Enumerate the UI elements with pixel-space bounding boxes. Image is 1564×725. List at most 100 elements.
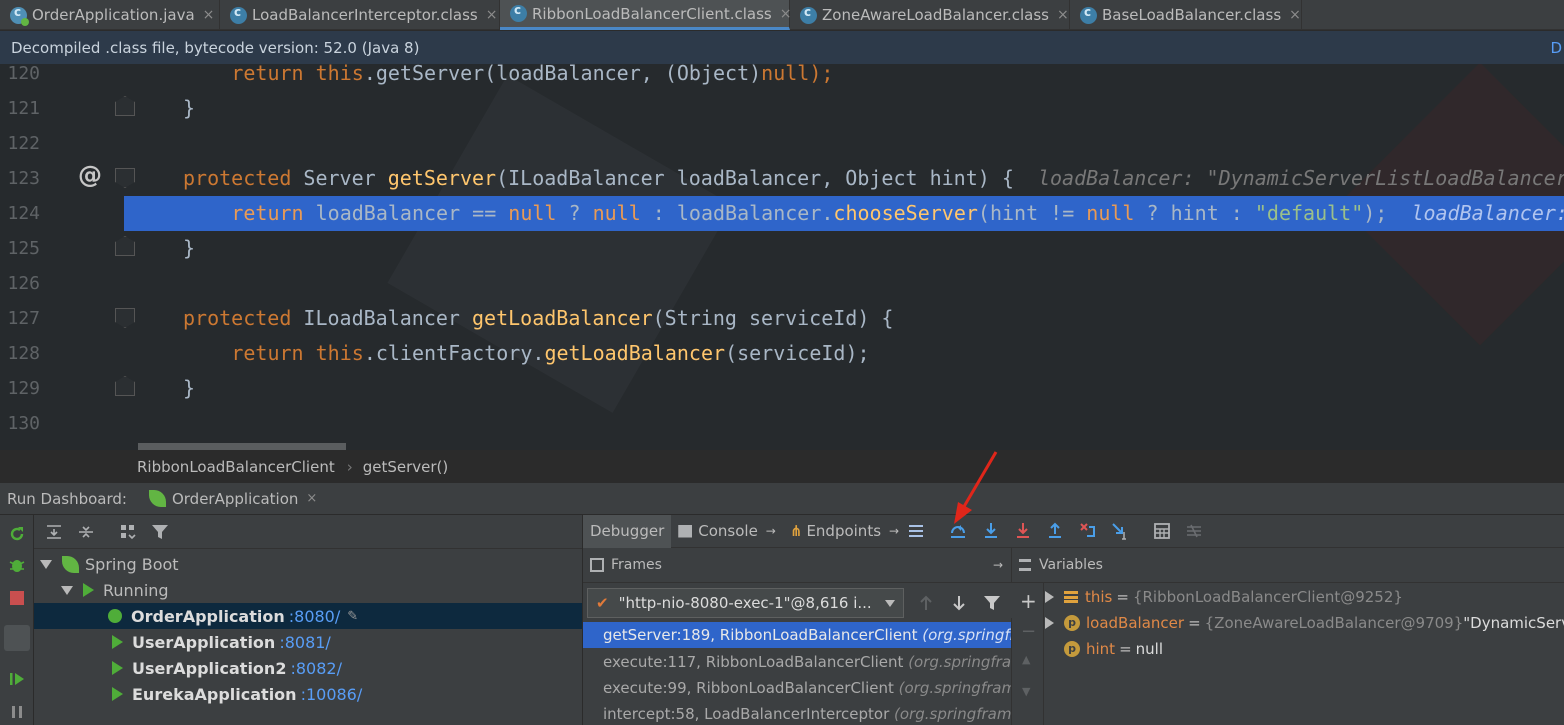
step-into-icon[interactable] [982, 522, 1000, 540]
frame-row[interactable]: execute:99, RibbonLoadBalancerClient (or… [583, 675, 1011, 701]
rerun-icon[interactable] [8, 525, 26, 543]
evaluate-expression-icon[interactable] [1153, 522, 1171, 540]
debug-bug-icon [108, 609, 122, 623]
step-out-icon[interactable] [1046, 522, 1064, 540]
breadcrumb-class[interactable]: RibbonLoadBalancerClient [137, 458, 335, 476]
filter-icon[interactable] [151, 523, 169, 541]
method-name: getLoadBalancer [544, 341, 726, 365]
variable-string-value: "DynamicServer [1463, 614, 1564, 632]
tab-ribbon-load-balancer-client[interactable]: RibbonLoadBalancerClient.class × [500, 0, 791, 30]
debug-bug-icon[interactable] [8, 556, 26, 574]
frame-row[interactable]: intercept:58, LoadBalancerInterceptor (o… [583, 701, 1011, 725]
pin-tab-icon[interactable]: → [766, 524, 776, 538]
run-icon [112, 687, 123, 701]
tree-node-app[interactable]: EurekaApplication :10086/ [34, 681, 582, 707]
tree-node-app[interactable]: UserApplication :8081/ [34, 629, 582, 655]
variable-row[interactable]: p loadBalancer = {ZoneAwareLoadBalancer@… [1045, 610, 1564, 636]
close-icon[interactable]: × [306, 491, 317, 506]
add-watch-icon[interactable]: + [1020, 589, 1037, 613]
tab-base-load-balancer[interactable]: BaseLoadBalancer.class × [1070, 0, 1302, 30]
breadcrumb-method[interactable]: getServer() [363, 458, 449, 476]
trace-current-stream-icon[interactable] [1185, 522, 1203, 540]
java-file-icon [10, 5, 29, 26]
tab-order-application[interactable]: OrderApplication.java × [0, 0, 220, 30]
thread-selector[interactable]: ✔ "http-nio-8080-exec-1"@8,616 i... [587, 588, 904, 618]
code-line-125[interactable]: } [135, 231, 1564, 266]
expand-arrow-icon[interactable] [61, 585, 73, 595]
code-line-127[interactable]: protected ILoadBalancer getLoadBalancer(… [135, 301, 1564, 336]
layout-icon[interactable] [4, 625, 30, 651]
tab-endpoints[interactable]: ⋔ Endpoints → [783, 515, 906, 548]
override-marker-icon[interactable]: @ [78, 161, 102, 189]
run-to-cursor-icon[interactable] [1111, 522, 1129, 540]
move-down-icon[interactable]: ▼ [1022, 685, 1030, 698]
run-dashboard-tab[interactable]: OrderApplication × [148, 490, 317, 508]
expand-arrow-icon[interactable] [1045, 591, 1054, 603]
app-port-link[interactable]: :8082/ [290, 659, 342, 678]
drop-frame-icon[interactable] [1079, 522, 1097, 540]
force-step-into-icon[interactable] [1014, 522, 1032, 540]
expand-arrow-icon[interactable] [1045, 617, 1054, 629]
close-icon[interactable]: × [486, 7, 498, 23]
code-editor[interactable]: 120 121 122 123 124 125 126 127 128 129 … [0, 64, 1564, 450]
code-line-124-execution-point[interactable]: return loadBalancer == null ? null : loa… [124, 196, 1564, 231]
show-execution-point-icon[interactable] [949, 522, 967, 540]
stop-icon[interactable] [10, 591, 24, 605]
group-icon[interactable] [119, 523, 137, 541]
pin-tab-icon[interactable]: → [993, 558, 1003, 572]
tree-node-app[interactable]: OrderApplication :8080/ ✎ [34, 603, 582, 629]
tab-load-balancer-interceptor[interactable]: LoadBalancerInterceptor.class × [220, 0, 500, 30]
services-tree-panel: Spring Boot Running OrderApplication :80… [34, 515, 582, 725]
settings-menu-icon[interactable] [907, 522, 925, 540]
line-number: 126 [7, 273, 40, 294]
tab-console[interactable]: Console → [671, 515, 783, 548]
previous-frame-icon[interactable] [918, 594, 934, 612]
banner-link[interactable]: D [1550, 39, 1562, 57]
edit-pencil-icon[interactable]: ✎ [347, 609, 358, 624]
frame-row[interactable]: getServer:189, RibbonLoadBalancerClient … [583, 622, 1011, 648]
variable-row[interactable]: p hint = null [1045, 636, 1163, 662]
tree-node-app[interactable]: UserApplication2 :8082/ [34, 655, 582, 681]
tree-node-spring-boot[interactable]: Spring Boot [34, 551, 582, 577]
equals-sign: = [1116, 588, 1129, 606]
next-frame-icon[interactable] [951, 594, 967, 612]
code-text: (hint != [977, 201, 1087, 225]
app-port-link[interactable]: :8080/ [289, 607, 341, 626]
collapse-all-icon[interactable] [77, 523, 95, 541]
code-text: ? hint : [1134, 201, 1255, 225]
move-up-icon[interactable]: ▲ [1022, 653, 1030, 666]
keyword: return [231, 64, 316, 85]
code-line-123[interactable]: protected Server getServer(ILoadBalancer… [135, 161, 1564, 196]
variable-row[interactable]: this = {RibbonLoadBalancerClient@9252} [1045, 584, 1403, 610]
filter-icon[interactable] [983, 594, 1001, 612]
pause-icon[interactable] [8, 703, 26, 721]
horizontal-scrollbar[interactable] [138, 443, 346, 450]
app-port-link[interactable]: :10086/ [301, 685, 363, 704]
tab-debugger[interactable]: Debugger [583, 514, 672, 548]
frame-row[interactable]: execute:117, RibbonLoadBalancerClient (o… [583, 649, 1011, 675]
code-text: Server [303, 166, 388, 190]
variables-icon [1019, 559, 1031, 571]
code-text: .getServer(loadBalancer, (Object) [363, 64, 762, 85]
close-icon[interactable]: × [1289, 7, 1301, 23]
expand-all-icon[interactable] [45, 523, 63, 541]
resume-run-icon[interactable] [8, 670, 26, 688]
remove-watch-icon[interactable]: − [1021, 621, 1036, 642]
frame-method: getServer:189, RibbonLoadBalancerClient [603, 626, 923, 644]
debugger-toolbar: Debugger Console → ⋔ Endpoints → [583, 514, 1564, 548]
close-icon[interactable]: × [203, 7, 215, 23]
code-line-120[interactable]: return this.getServer(loadBalancer, (Obj… [135, 64, 1564, 91]
variable-name: loadBalancer [1086, 614, 1185, 632]
pin-tab-icon[interactable]: → [889, 524, 899, 538]
tab-zone-aware-load-balancer[interactable]: ZoneAwareLoadBalancer.class × [790, 0, 1070, 30]
tree-node-running[interactable]: Running [34, 577, 582, 603]
code-line-129[interactable]: } [135, 371, 1564, 406]
keyword: protected [183, 166, 304, 190]
expand-arrow-icon[interactable] [40, 559, 52, 569]
frame-package: (org.springframe [898, 679, 1011, 697]
services-toolbar [34, 515, 582, 549]
close-icon[interactable]: × [1057, 7, 1069, 23]
app-port-link[interactable]: :8081/ [279, 633, 331, 652]
code-line-128[interactable]: return this.clientFactory.getLoadBalance… [135, 336, 1564, 371]
code-line-121[interactable]: } [135, 91, 1564, 126]
